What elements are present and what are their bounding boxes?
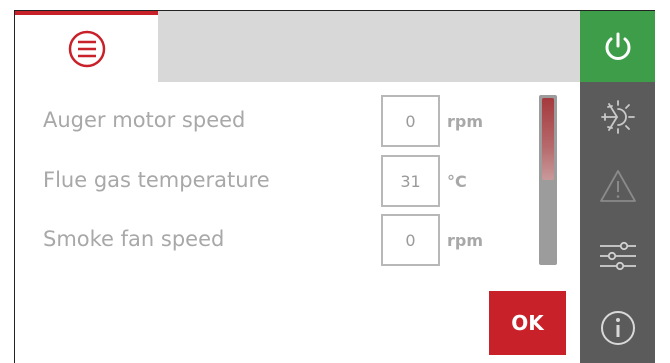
info-button[interactable] — [580, 292, 655, 363]
param-unit-auger-motor-speed: rpm — [447, 112, 484, 131]
alarm-button[interactable] — [580, 151, 655, 220]
settings-button[interactable] — [580, 220, 655, 292]
menu-circle-icon[interactable] — [67, 29, 107, 69]
tab-menu[interactable] — [15, 11, 158, 82]
info-circle-icon — [600, 311, 635, 345]
sliders-icon — [599, 241, 636, 271]
param-unit-flue-gas-temperature: °C — [447, 172, 467, 191]
param-value-auger-motor-speed[interactable]: 0 — [381, 95, 440, 147]
warning-triangle-icon — [599, 169, 636, 202]
param-label-smoke-fan-speed: Smoke fan speed — [43, 227, 225, 251]
tab-bar-background — [158, 11, 580, 82]
param-value-smoke-fan-speed[interactable]: 0 — [381, 214, 440, 266]
sun-snowflake-icon — [600, 99, 635, 134]
param-label-flue-gas-temperature: Flue gas temperature — [43, 168, 270, 192]
mode-button[interactable] — [580, 82, 655, 151]
scrollbar[interactable] — [539, 95, 557, 265]
scrollbar-thumb[interactable] — [542, 98, 554, 180]
ok-button[interactable]: OK — [489, 291, 566, 355]
param-label-auger-motor-speed: Auger motor speed — [43, 108, 246, 132]
sidebar — [580, 11, 655, 363]
param-value-flue-gas-temperature[interactable]: 31 — [381, 155, 440, 207]
power-button[interactable] — [580, 11, 655, 82]
device-screen: Auger motor speed 0 rpm Flue gas tempera… — [14, 10, 655, 363]
power-icon — [605, 32, 630, 60]
param-unit-smoke-fan-speed: rpm — [447, 231, 484, 250]
